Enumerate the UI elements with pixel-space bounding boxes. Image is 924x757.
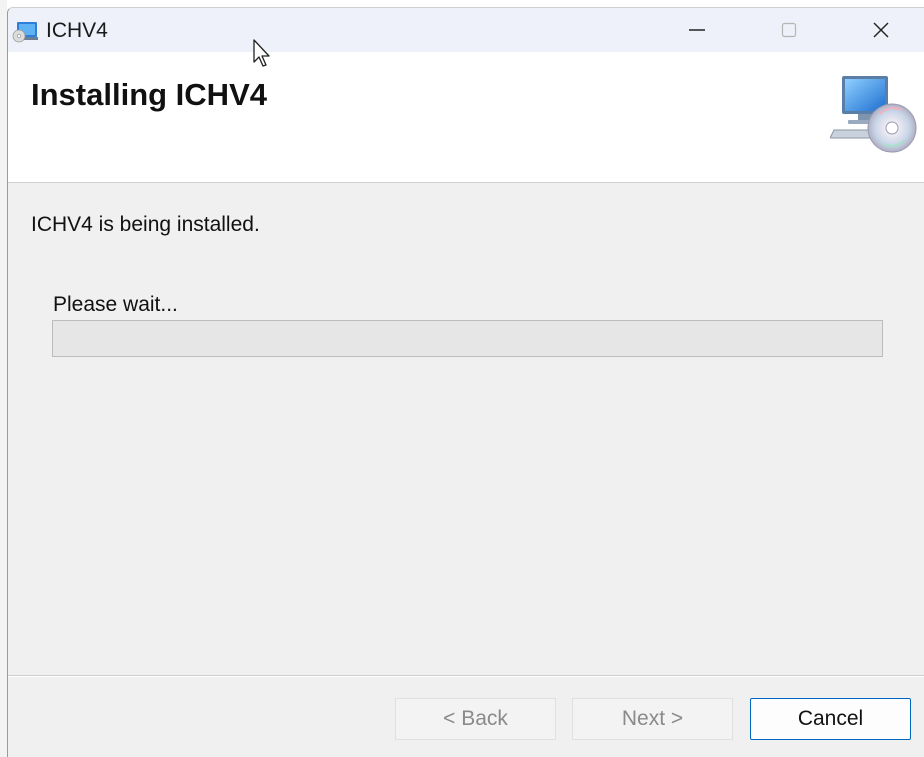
cancel-button[interactable]: Cancel	[750, 698, 911, 740]
maximize-button	[743, 8, 835, 52]
back-button: < Back	[395, 698, 556, 740]
install-status-text: ICHV4 is being installed.	[31, 213, 260, 236]
close-button[interactable]	[835, 8, 924, 52]
install-progress-bar	[52, 320, 883, 357]
maximize-icon	[781, 22, 797, 38]
installer-app-icon	[12, 22, 38, 43]
installer-window: ICHV4 Installing ICHV4 ICHV4 is being in…	[7, 7, 924, 757]
title-bar[interactable]: ICHV4	[8, 8, 924, 52]
page-title: Installing ICHV4	[31, 77, 267, 112]
desktop-edge	[0, 0, 7, 757]
minimize-icon	[689, 29, 705, 31]
screen: ICHV4 Installing ICHV4 ICHV4 is being in…	[0, 0, 924, 757]
header-banner: Installing ICHV4	[8, 52, 924, 183]
next-button: Next >	[572, 698, 733, 740]
computer-cd-icon	[830, 76, 917, 153]
mouse-pointer-icon	[253, 39, 270, 67]
window-title: ICHV4	[46, 19, 108, 42]
footer-divider-highlight	[8, 676, 924, 677]
minimize-button[interactable]	[651, 8, 743, 52]
close-icon	[873, 22, 889, 38]
please-wait-label: Please wait...	[53, 293, 178, 316]
